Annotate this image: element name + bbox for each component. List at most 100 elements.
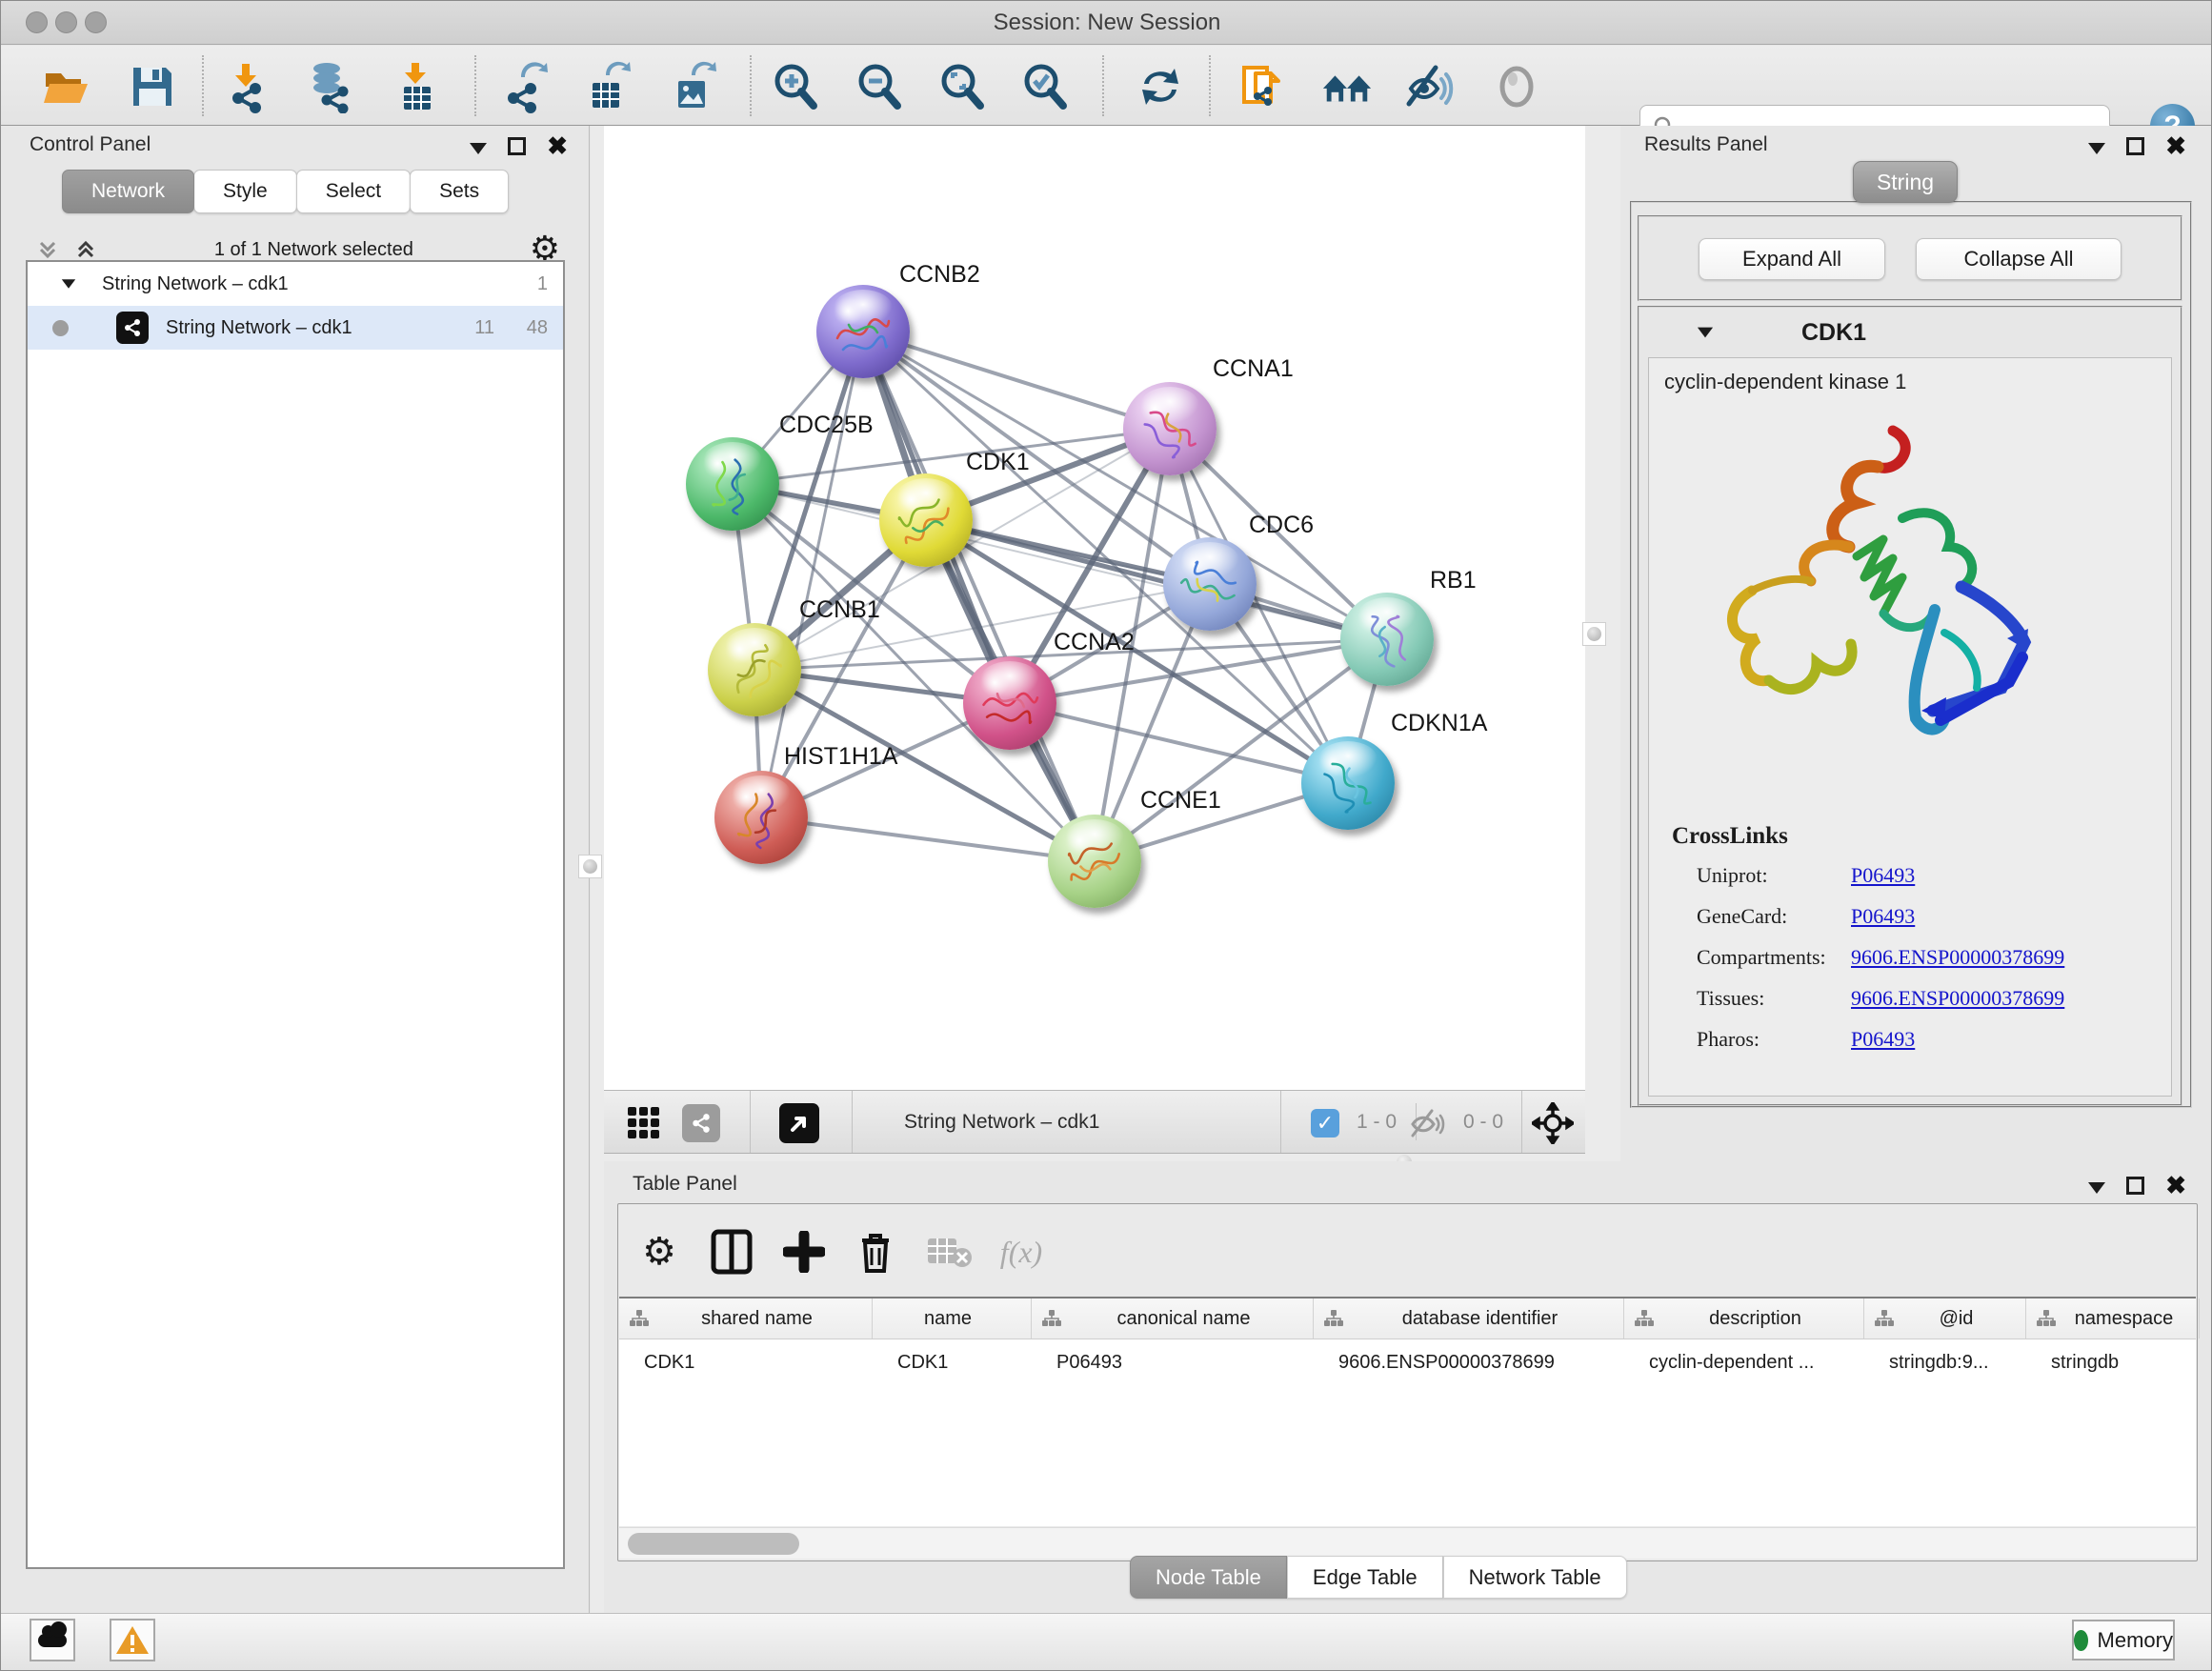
protein-structure (1303, 740, 1393, 830)
crosslink-link[interactable]: 9606.ENSP00000378699 (1851, 945, 2064, 970)
table-cell[interactable]: CDK1 (873, 1340, 1032, 1384)
panel-menu-icon[interactable] (2088, 143, 2105, 154)
delete-column-button[interactable] (849, 1225, 902, 1278)
network-node-CCNA1[interactable] (1123, 382, 1217, 475)
tab-node-table[interactable]: Node Table (1130, 1556, 1287, 1599)
table-cell[interactable]: cyclin-dependent ... (1624, 1340, 1864, 1384)
import-network-button[interactable] (220, 59, 275, 114)
refresh-button[interactable] (1133, 59, 1188, 114)
panel-menu-icon[interactable] (470, 143, 487, 154)
tab-select[interactable]: Select (296, 170, 411, 213)
crosslink-link[interactable]: P06493 (1851, 863, 1915, 888)
close-panel-icon[interactable]: ✖ (547, 133, 568, 158)
table-row[interactable]: CDK1CDK1P064939606.ENSP00000378699cyclin… (619, 1340, 2196, 1384)
view-bar-separator (750, 1091, 751, 1153)
export-network-button[interactable] (499, 59, 554, 114)
column-header[interactable]: namespace (2026, 1299, 2200, 1339)
string-home-button[interactable] (1319, 59, 1375, 114)
pan-mode-button[interactable] (1532, 1102, 1574, 1144)
scrollbar-thumb[interactable] (628, 1533, 799, 1555)
string-view-button[interactable] (680, 1102, 722, 1144)
panel-menu-icon[interactable] (2088, 1182, 2105, 1194)
export-image-button[interactable] (666, 59, 721, 114)
network-row[interactable]: String Network – cdk1 11 48 (28, 306, 563, 350)
collapse-triangle-icon[interactable] (62, 279, 75, 289)
export-table-button[interactable] (580, 59, 635, 114)
string-import-button[interactable] (1236, 59, 1291, 114)
collection-count: 1 (537, 273, 548, 295)
table-options-button[interactable]: ⚙ (633, 1225, 686, 1278)
selected-indicator: ✓ (1304, 1102, 1346, 1144)
zoom-selected-button[interactable] (1018, 59, 1074, 114)
left-splitter-grip[interactable] (578, 855, 602, 878)
memory-button[interactable]: Memory (2072, 1620, 2175, 1661)
network-collection-row[interactable]: String Network – cdk1 1 (28, 262, 563, 306)
crosslinks-section: CrossLinks Uniprot:P06493GeneCard:P06493… (1672, 823, 2158, 1068)
column-header[interactable]: shared name (619, 1299, 873, 1339)
right-splitter-grip[interactable] (1582, 622, 1606, 646)
column-header[interactable]: description (1624, 1299, 1864, 1339)
delete-table-button[interactable] (923, 1225, 976, 1278)
crosslink-label: Pharos: (1672, 1027, 1851, 1052)
table-cell[interactable]: stringdb:9... (1864, 1340, 2026, 1384)
table-cell[interactable]: CDK1 (619, 1340, 873, 1384)
show-glass-button[interactable] (1489, 59, 1544, 114)
table-cell[interactable]: 9606.ENSP00000378699 (1314, 1340, 1624, 1384)
birds-eye-view-button[interactable] (778, 1102, 820, 1144)
table-cell[interactable]: stringdb (2026, 1340, 2200, 1384)
crosslink-link[interactable]: P06493 (1851, 1027, 1915, 1052)
node-label-CDKN1A: CDKN1A (1391, 710, 1487, 737)
save-session-button[interactable] (125, 59, 180, 114)
import-network-from-database-button[interactable] (301, 59, 356, 114)
gene-section-header[interactable]: CDK1 (1639, 308, 2181, 357)
crosslink-link[interactable]: 9606.ENSP00000378699 (1851, 986, 2064, 1011)
network-node-CCNE1[interactable] (1048, 815, 1141, 908)
expand-all-icon[interactable] (73, 237, 98, 262)
close-panel-icon[interactable]: ✖ (2165, 1173, 2186, 1198)
network-canvas[interactable]: CCNB2CCNA1CDC25BCDK1CDC6RB1CCNB1CCNA2CDK… (604, 126, 1585, 1090)
network-node-CDC6[interactable] (1163, 537, 1257, 631)
horizontal-scrollbar[interactable] (619, 1527, 2196, 1559)
column-header[interactable]: name (873, 1299, 1032, 1339)
crosslink-link[interactable]: P06493 (1851, 904, 1915, 929)
tab-string[interactable]: String (1853, 161, 1958, 203)
hide-glass-button[interactable] (1400, 59, 1456, 114)
close-panel-icon[interactable]: ✖ (2165, 133, 2186, 158)
function-builder-button[interactable]: f(x) (995, 1225, 1048, 1278)
float-panel-icon[interactable] (2126, 1177, 2144, 1195)
add-column-button[interactable] (777, 1225, 831, 1278)
network-node-RB1[interactable] (1340, 593, 1434, 686)
network-node-CCNA2[interactable] (963, 656, 1056, 750)
network-node-CDC25B[interactable] (686, 437, 779, 531)
network-node-CCNB1[interactable] (708, 623, 801, 716)
zoom-fit-button[interactable] (935, 59, 991, 114)
warnings-button[interactable] (110, 1619, 155, 1661)
network-node-CCNB2[interactable] (816, 285, 910, 378)
open-session-button[interactable] (39, 59, 94, 114)
tab-network-table[interactable]: Network Table (1443, 1556, 1627, 1599)
float-panel-icon[interactable] (508, 137, 526, 155)
column-header[interactable]: database identifier (1314, 1299, 1624, 1339)
string-results-container: Expand All Collapse All CDK1 cyclin-depe… (1630, 201, 2192, 1108)
zoom-out-button[interactable] (853, 59, 908, 114)
network-node-CDK1[interactable] (879, 473, 973, 567)
column-header[interactable]: canonical name (1032, 1299, 1314, 1339)
collapse-all-icon[interactable] (35, 237, 60, 262)
network-node-CDKN1A[interactable] (1301, 736, 1395, 830)
collapse-all-button[interactable]: Collapse All (1916, 238, 2122, 280)
grid-view-button[interactable] (623, 1102, 665, 1144)
cloud-status-button[interactable] (30, 1619, 75, 1661)
collapse-triangle-icon[interactable] (1698, 328, 1713, 338)
zoom-in-button[interactable] (769, 59, 824, 114)
expand-all-button[interactable]: Expand All (1699, 238, 1885, 280)
import-table-button[interactable] (390, 59, 445, 114)
table-cell[interactable]: P06493 (1032, 1340, 1314, 1384)
tab-network[interactable]: Network (62, 170, 194, 213)
float-panel-icon[interactable] (2126, 137, 2144, 155)
column-header[interactable]: @id (1864, 1299, 2026, 1339)
network-node-HIST1H1A[interactable] (714, 771, 808, 864)
show-columns-button[interactable] (705, 1225, 758, 1278)
tab-style[interactable]: Style (193, 170, 297, 213)
tab-sets[interactable]: Sets (410, 170, 509, 213)
tab-edge-table[interactable]: Edge Table (1287, 1556, 1443, 1599)
